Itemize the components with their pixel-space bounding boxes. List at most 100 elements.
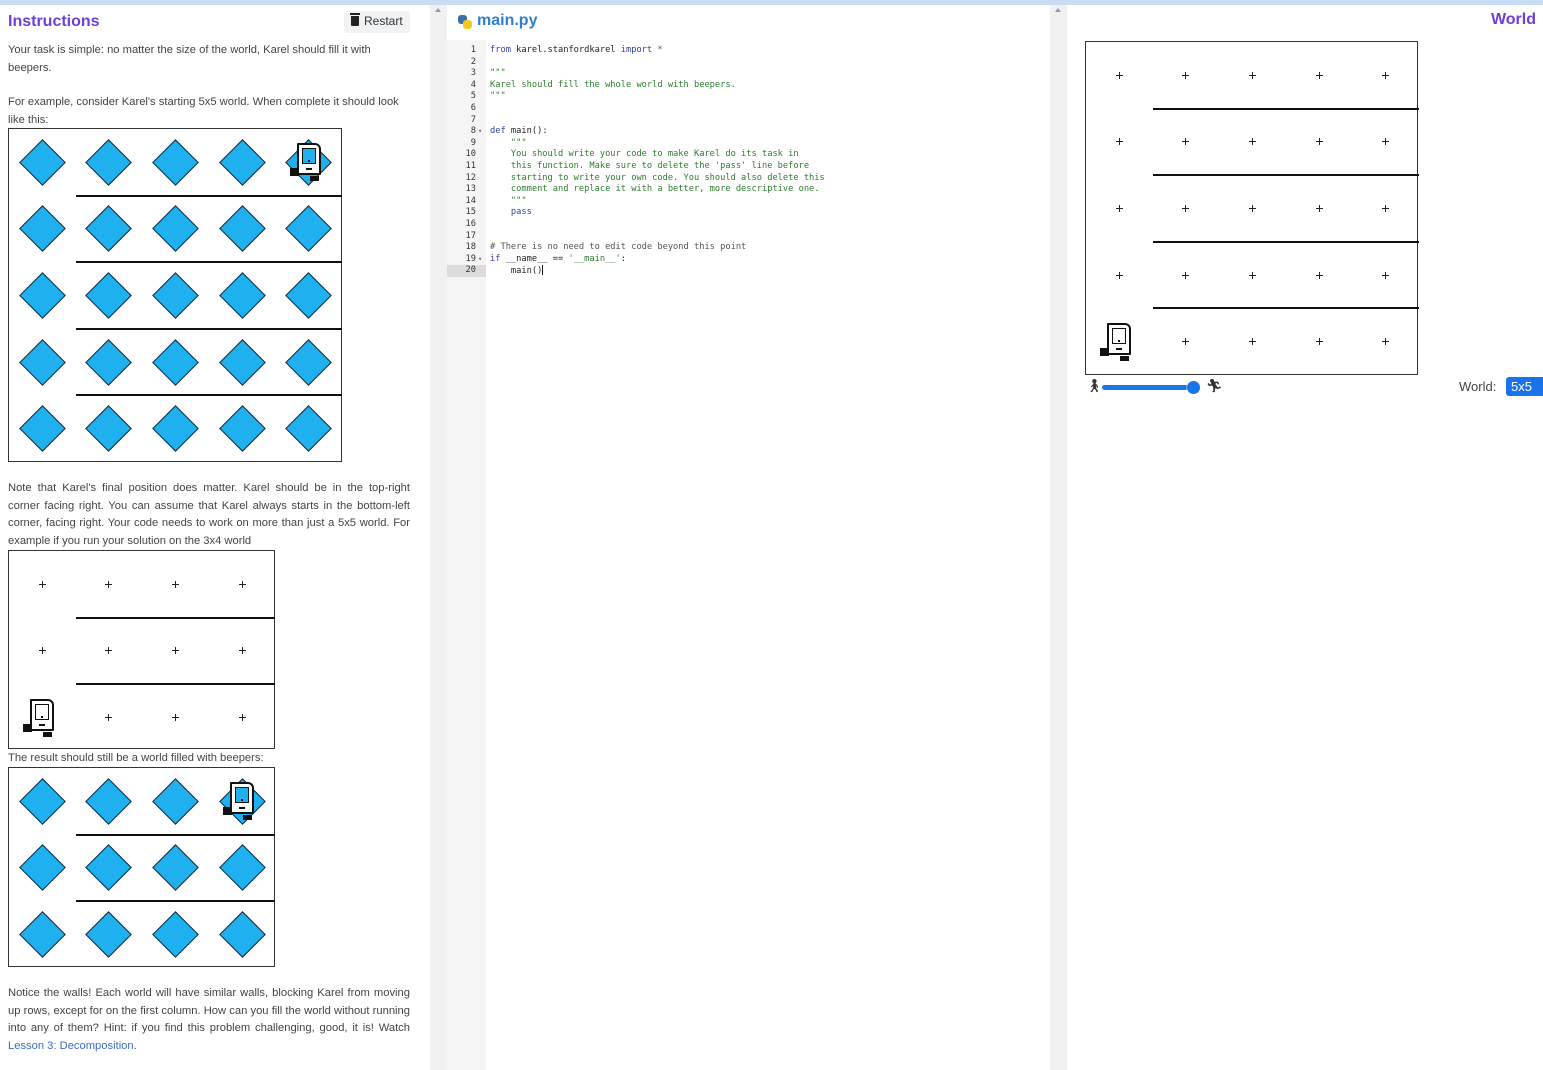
code-line[interactable]: 3 """ [447, 68, 847, 80]
line-number: 16 [465, 219, 476, 229]
corner-marker [1315, 338, 1323, 346]
world-select-value: 5x5 [1511, 379, 1532, 394]
beeper-icon [218, 138, 266, 186]
corner-marker [1182, 271, 1190, 279]
beeper-icon [85, 205, 133, 253]
beeper-icon [218, 844, 266, 892]
code-line[interactable]: 1 from karel.stanfordkarel import * [447, 45, 847, 57]
code-line[interactable]: 18 # There is no need to edit code beyond… [447, 242, 847, 254]
corner-marker [1382, 338, 1390, 346]
code-text: You should write your code to make Karel… [510, 149, 799, 160]
beeper-icon [285, 405, 333, 453]
beeper-icon [152, 272, 199, 319]
world-select[interactable]: 5x5 ⌄ [1506, 377, 1543, 409]
restart-label: Restart [364, 14, 403, 28]
code-line[interactable]: 11 this function. Make sure to delete th… [447, 161, 847, 173]
corner-marker [1249, 205, 1256, 212]
code-line[interactable]: 17 [447, 231, 847, 243]
code-line[interactable]: 20 main() [447, 265, 847, 277]
corner-marker [1249, 71, 1256, 79]
corner-marker [105, 580, 113, 588]
code-line[interactable]: 19 ▾ if __name__ == '__main__': [447, 254, 847, 266]
beeper-icon [85, 338, 133, 386]
code-line[interactable]: 16 [447, 219, 847, 231]
corner-marker [1115, 205, 1123, 212]
beeper-icon [218, 272, 266, 319]
beeper-icon [218, 911, 266, 958]
slow-walker-icon: 🚶︎ [1086, 378, 1103, 393]
fast-runner-icon: 🏃︎ [1206, 378, 1223, 393]
corner-marker [172, 647, 179, 655]
corner-marker [1382, 138, 1390, 146]
example-world-3x4-start [8, 550, 276, 749]
speed-slider-knob[interactable] [1187, 381, 1200, 394]
code-line[interactable]: 5 """ [447, 91, 847, 103]
beeper-icon [285, 205, 333, 253]
beeper-icon [152, 338, 199, 386]
beeper-icon [18, 338, 66, 386]
fold-toggle-icon[interactable]: ▾ [478, 254, 482, 266]
corner-marker [1249, 271, 1256, 279]
trash-icon [350, 13, 360, 26]
beeper-icon [18, 405, 66, 453]
restart-button[interactable]: Restart [344, 11, 410, 33]
code-line[interactable]: 6 [447, 103, 847, 115]
corner-marker [1249, 338, 1256, 346]
code-line[interactable]: 15 pass [447, 207, 847, 219]
lesson-link[interactable]: Lesson 3: Decomposition [8, 1040, 134, 1052]
code-text: """ [490, 91, 506, 102]
code-line[interactable]: 13 comment and replace it with a better,… [447, 184, 847, 196]
corner-marker [1182, 205, 1190, 212]
corner-marker [238, 580, 246, 588]
corner-marker [105, 714, 113, 721]
beeper-icon [85, 844, 133, 892]
code-text: starting to write your own code. You sho… [510, 172, 825, 183]
line-number: 4 [470, 79, 476, 90]
code-line[interactable]: 10 You should write your code to make Ka… [447, 149, 847, 161]
beeper-icon [285, 338, 333, 386]
code-text: def main(): [490, 126, 548, 137]
line-number: 9 [470, 137, 476, 148]
example-world-5x5-complete [8, 128, 342, 462]
beeper-icon [85, 911, 133, 958]
code-line[interactable]: 9 """ [447, 138, 847, 150]
world-title: World [1490, 11, 1536, 28]
line-number: 14 [465, 195, 476, 206]
code-line[interactable]: 4 Karel should fill the whole world with … [447, 80, 847, 92]
panel-divider-left[interactable] [430, 5, 447, 1070]
beeper-icon [18, 777, 66, 825]
example-world-3x4-complete [8, 767, 276, 967]
code-text: if __name__ == '__main__': [490, 253, 627, 264]
paragraph-5-text: Notice the walls! Each world will have s… [8, 987, 410, 1034]
line-number: 5 [470, 91, 476, 102]
corner-marker [1382, 205, 1390, 212]
beeper-icon [152, 138, 199, 186]
code-editor-panel: main.py 1 from karel.stanfordkarel import… [447, 5, 1050, 1070]
corner-marker [1115, 138, 1123, 146]
corner-marker [1315, 271, 1323, 279]
panel-divider-right[interactable] [1050, 5, 1067, 1070]
corner-marker [1382, 71, 1390, 79]
line-number: 17 [465, 230, 476, 241]
beeper-icon [18, 138, 66, 186]
corner-marker [172, 580, 179, 588]
code-text: main() [490, 265, 544, 277]
fold-toggle-icon[interactable]: ▾ [478, 126, 482, 138]
code-line[interactable]: 7 [447, 115, 847, 127]
line-number: 3 [470, 68, 476, 79]
corner-marker [1315, 205, 1323, 212]
code-line[interactable]: 8 ▾ def main(): [447, 126, 847, 138]
corner-marker [38, 647, 46, 655]
file-tab[interactable]: main.py [458, 12, 537, 30]
code-line[interactable]: 12 starting to write your own code. You … [447, 173, 847, 185]
wall [75, 194, 342, 197]
code-line[interactable]: 2 [447, 57, 847, 69]
line-number: 8 [470, 126, 476, 137]
python-file-icon [458, 15, 472, 29]
speed-slider[interactable] [1102, 381, 1200, 394]
code-line[interactable]: 14 """ [447, 196, 847, 208]
instruction-paragraph-4: The result should still be a world fille… [8, 752, 264, 764]
beeper-icon [218, 205, 266, 253]
beeper-icon [218, 338, 266, 386]
karel-robot-icon [289, 142, 329, 182]
